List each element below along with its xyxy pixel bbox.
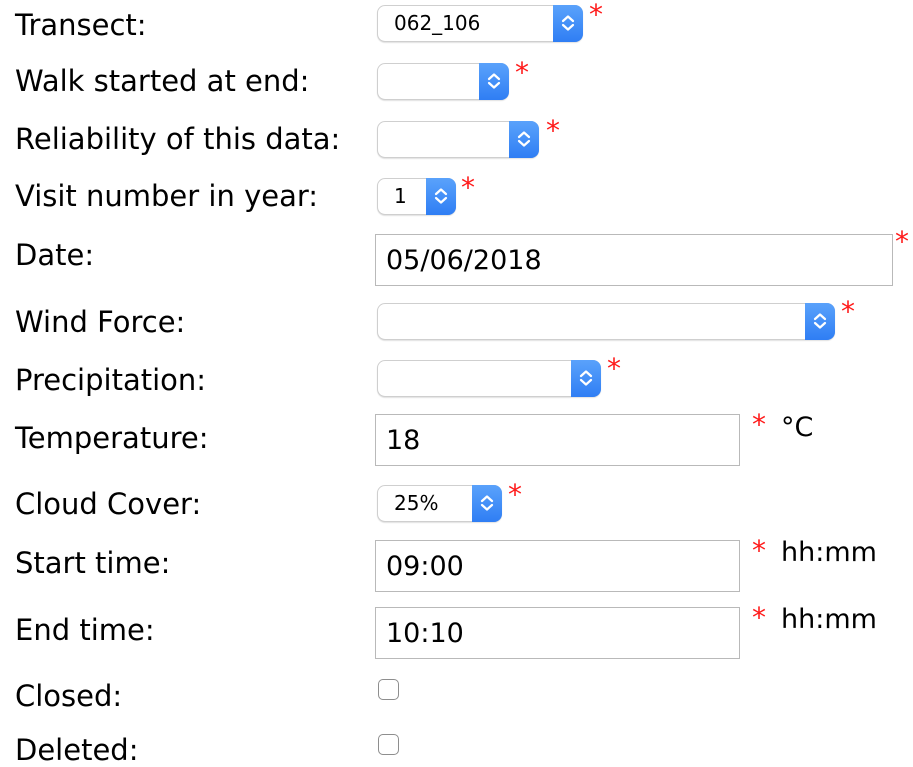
transect-select-value: 062_106: [394, 11, 481, 35]
required-star: *: [752, 601, 766, 634]
end-time-input[interactable]: 10:10: [375, 607, 740, 659]
cloud-cover-select[interactable]: 25%: [377, 485, 502, 522]
chevron-updown-icon: [479, 63, 509, 100]
required-star: *: [895, 225, 909, 258]
reliability-select[interactable]: [377, 121, 539, 158]
required-star: *: [752, 534, 766, 567]
closed-checkbox[interactable]: [378, 679, 399, 700]
chevron-updown-icon: [426, 178, 456, 215]
temperature-input-value: 18: [386, 425, 421, 456]
wind-force-label: Wind Force:: [15, 305, 186, 339]
visit-number-select[interactable]: 1: [377, 178, 456, 215]
required-star: *: [589, 0, 603, 31]
start-time-unit: hh:mm: [781, 537, 877, 568]
reliability-label: Reliability of this data:: [15, 122, 341, 156]
temperature-input[interactable]: 18: [375, 414, 740, 466]
required-star: *: [461, 171, 475, 204]
start-time-label: Start time:: [15, 546, 171, 580]
transect-select[interactable]: 062_106: [377, 5, 583, 42]
date-label: Date:: [15, 238, 95, 272]
end-time-label: End time:: [15, 613, 155, 647]
required-star: *: [546, 114, 560, 147]
walk-started-at-end-label: Walk started at end:: [15, 64, 310, 98]
closed-label: Closed:: [15, 679, 123, 713]
deleted-label: Deleted:: [15, 733, 139, 767]
deleted-checkbox[interactable]: [378, 734, 399, 755]
chevron-updown-icon: [509, 121, 539, 158]
chevron-updown-icon: [805, 303, 835, 340]
transect-label: Transect:: [15, 8, 147, 42]
chevron-updown-icon: [553, 5, 583, 42]
start-time-input-value: 09:00: [386, 551, 464, 582]
date-input-value: 05/06/2018: [386, 245, 542, 276]
cloud-cover-label: Cloud Cover:: [15, 487, 202, 521]
visit-number-select-value: 1: [394, 184, 407, 208]
required-star: *: [607, 352, 621, 385]
end-time-unit: hh:mm: [781, 604, 877, 635]
precipitation-label: Precipitation:: [15, 363, 207, 397]
visit-number-label: Visit number in year:: [15, 179, 319, 213]
precipitation-select[interactable]: [377, 360, 601, 397]
walk-started-at-end-select[interactable]: [377, 63, 509, 100]
required-star: *: [752, 408, 766, 441]
wind-force-select[interactable]: [377, 303, 835, 340]
required-star: *: [515, 56, 529, 89]
chevron-updown-icon: [571, 360, 601, 397]
cloud-cover-select-value: 25%: [394, 491, 439, 515]
date-input[interactable]: 05/06/2018: [375, 234, 893, 286]
temperature-unit: °C: [781, 412, 814, 443]
required-star: *: [841, 295, 855, 328]
start-time-input[interactable]: 09:00: [375, 540, 740, 592]
chevron-updown-icon: [472, 485, 502, 522]
temperature-label: Temperature:: [15, 421, 209, 455]
end-time-input-value: 10:10: [386, 618, 464, 649]
required-star: *: [508, 478, 522, 511]
